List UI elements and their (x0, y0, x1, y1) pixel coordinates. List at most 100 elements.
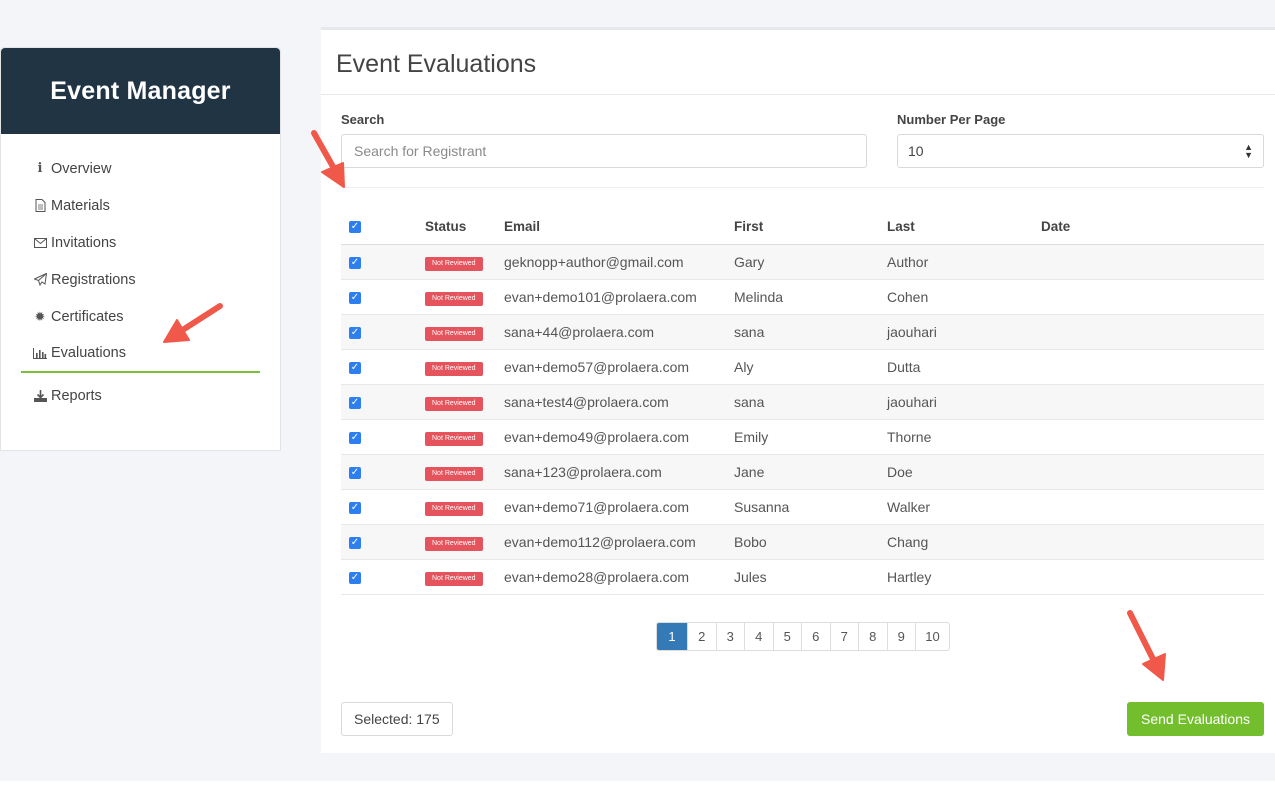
status-badge: Not Reviewed (425, 292, 483, 306)
cell-last: Walker (887, 489, 1041, 525)
table-row: ✓ Not Reviewed evan+demo101@prolaera.com… (341, 279, 1264, 315)
column-header-date[interactable]: Date (1041, 209, 1264, 245)
row-checkbox[interactable]: ✓ (349, 501, 361, 514)
table-row: ✓ Not Reviewed geknopp+author@gmail.com … (341, 244, 1264, 280)
sidebar-item-registrations[interactable]: Registrations (21, 261, 260, 298)
divider (321, 94, 1275, 95)
row-checkbox[interactable]: ✓ (349, 326, 361, 339)
pagination: 1 2 3 4 5 6 7 8 9 10 (656, 622, 950, 651)
cell-email: sana+123@prolaera.com (504, 454, 734, 490)
sidebar-header: Event Manager (1, 48, 280, 134)
cell-date (1041, 349, 1264, 385)
row-checkbox[interactable]: ✓ (349, 396, 361, 409)
cell-last: Dutta (887, 349, 1041, 385)
sidebar-item-label: Registrations (51, 271, 136, 288)
status-badge: Not Reviewed (425, 432, 483, 446)
cell-last: jaouhari (887, 314, 1041, 350)
selected-count: Selected: 175 (341, 702, 453, 736)
cell-date (1041, 454, 1264, 490)
table-row: ✓ Not Reviewed evan+demo49@prolaera.com … (341, 419, 1264, 455)
row-checkbox[interactable]: ✓ (349, 361, 361, 374)
sidebar-item-label: Materials (51, 197, 110, 214)
envelope-icon (33, 237, 47, 248)
sidebar-item-materials[interactable]: Materials (21, 187, 260, 224)
footer-band (0, 781, 1275, 808)
per-page-value: 10 (908, 143, 924, 159)
cell-date (1041, 314, 1264, 350)
cell-first: Jules (734, 559, 887, 595)
file-icon (33, 199, 47, 212)
cell-first: Emily (734, 419, 887, 455)
sidebar-item-invitations[interactable]: Invitations (21, 224, 260, 261)
page-button-1[interactable]: 1 (657, 623, 687, 650)
select-all-checkbox[interactable]: ✓ (349, 221, 361, 234)
cell-date (1041, 419, 1264, 455)
row-checkbox[interactable]: ✓ (349, 291, 361, 304)
cell-first: Bobo (734, 524, 887, 560)
cell-email: evan+demo49@prolaera.com (504, 419, 734, 455)
page-title: Event Evaluations (336, 50, 537, 78)
table-row: ✓ Not Reviewed evan+demo28@prolaera.com … (341, 559, 1264, 595)
page-button-6[interactable]: 6 (801, 623, 830, 650)
column-header-last[interactable]: Last (887, 209, 1041, 245)
cell-date (1041, 489, 1264, 525)
cell-email: evan+demo28@prolaera.com (504, 559, 734, 595)
table-row: ✓ Not Reviewed sana+test4@prolaera.com s… (341, 384, 1264, 420)
cell-last: Cohen (887, 279, 1041, 315)
page-button-4[interactable]: 4 (744, 623, 773, 650)
per-page-select[interactable]: 10 ▲ ▼ (897, 134, 1264, 168)
row-checkbox[interactable]: ✓ (349, 431, 361, 444)
sidebar-nav: i Overview Materials Invitations Registr… (1, 134, 280, 414)
table-row: ✓ Not Reviewed sana+44@prolaera.com sana… (341, 314, 1264, 350)
status-badge: Not Reviewed (425, 257, 483, 271)
table-row: ✓ Not Reviewed evan+demo71@prolaera.com … (341, 489, 1264, 525)
sidebar-item-certificates[interactable]: ✹ Certificates (21, 298, 260, 335)
cell-date (1041, 524, 1264, 560)
column-header-email[interactable]: Email (504, 209, 734, 245)
send-evaluations-button[interactable]: Send Evaluations (1127, 702, 1264, 736)
cell-last: Hartley (887, 559, 1041, 595)
info-icon: i (37, 161, 43, 176)
sidebar-item-label: Overview (51, 160, 112, 177)
sidebar-item-label: Evaluations (51, 345, 126, 361)
row-checkbox[interactable]: ✓ (349, 571, 361, 584)
table-header-row: ✓ Status Email First Last Date (341, 209, 1264, 245)
divider (341, 187, 1264, 188)
status-badge: Not Reviewed (425, 397, 483, 411)
cell-last: Author (887, 244, 1041, 280)
column-header-status[interactable]: Status (425, 209, 504, 245)
search-input[interactable] (341, 134, 867, 168)
cell-date (1041, 244, 1264, 280)
main-panel: Event Evaluations Search Number Per Page… (321, 27, 1275, 753)
page-button-7[interactable]: 7 (829, 623, 859, 650)
sidebar-item-label: Certificates (51, 308, 124, 325)
cell-email: evan+demo71@prolaera.com (504, 489, 734, 525)
column-header-first[interactable]: First (734, 209, 887, 245)
table-row: ✓ Not Reviewed evan+demo112@prolaera.com… (341, 524, 1264, 560)
page-button-8[interactable]: 8 (858, 623, 887, 650)
page-button-9[interactable]: 9 (886, 623, 916, 650)
status-badge: Not Reviewed (425, 537, 483, 551)
cell-date (1041, 279, 1264, 315)
row-checkbox[interactable]: ✓ (349, 256, 361, 269)
cell-email: evan+demo112@prolaera.com (504, 524, 734, 560)
status-badge: Not Reviewed (425, 327, 483, 341)
row-checkbox[interactable]: ✓ (349, 466, 361, 479)
certificate-icon: ✹ (34, 308, 46, 324)
page-button-5[interactable]: 5 (772, 623, 802, 650)
sidebar-item-evaluations[interactable]: Evaluations (21, 335, 260, 373)
cell-first: Susanna (734, 489, 887, 525)
page-button-3[interactable]: 3 (715, 623, 745, 650)
cell-email: evan+demo57@prolaera.com (504, 349, 734, 385)
download-icon (33, 389, 47, 402)
status-badge: Not Reviewed (425, 502, 483, 516)
status-badge: Not Reviewed (425, 572, 483, 586)
sidebar-item-overview[interactable]: i Overview (21, 150, 260, 187)
page-button-10[interactable]: 10 (915, 623, 949, 650)
status-badge: Not Reviewed (425, 362, 483, 376)
row-checkbox[interactable]: ✓ (349, 536, 361, 549)
sidebar-item-reports[interactable]: Reports (21, 377, 260, 414)
page-button-2[interactable]: 2 (687, 623, 716, 650)
app-title: Event Manager (50, 76, 231, 105)
cell-date (1041, 559, 1264, 595)
